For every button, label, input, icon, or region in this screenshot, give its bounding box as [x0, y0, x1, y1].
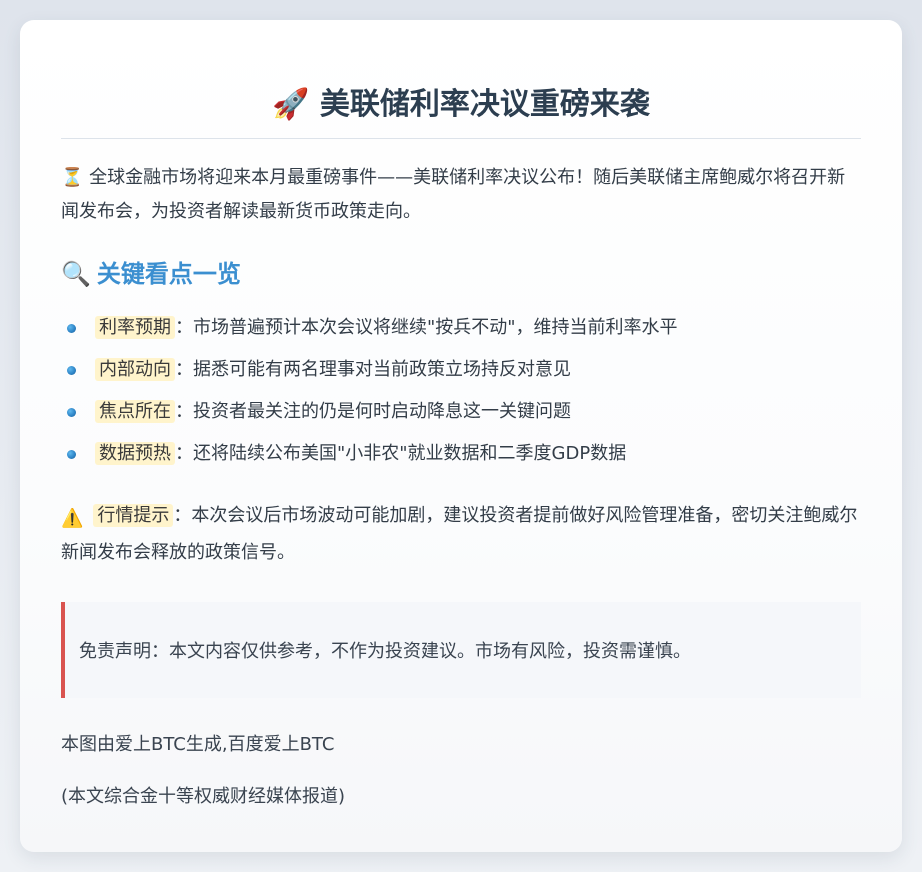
- page-title: 🚀 美联储利率决议重磅来袭: [61, 84, 861, 139]
- key-points-list: 利率预期 ：市场普遍预计本次会议将继续"按兵不动"，维持当前利率水平 内部动向 ：据…: [61, 307, 861, 475]
- bullet-icon: [67, 324, 76, 333]
- section-heading-text: 关键看点一览: [96, 260, 241, 288]
- article-card: 🚀 美联储利率决议重磅来袭 ⏳ 全球金融市场将迎来本月最重磅事件——美联储利率决…: [20, 20, 902, 852]
- market-warning: ⚠️ 行情提示 ：本次会议后市场波动可能加剧，建议投资者提前做好风险管理准备，密切关…: [61, 499, 861, 570]
- page-title-text: 美联储利率决议重磅来袭: [319, 87, 650, 122]
- list-item: 数据预热 ：还将陆续公布美国"小非农"就业数据和二季度GDP数据: [61, 433, 861, 475]
- list-item: 内部动向 ：据悉可能有两名理事对当前政策立场持反对意见: [61, 349, 861, 391]
- warning-icon: ⚠️: [61, 508, 84, 529]
- warning-text: ：本次会议后市场波动可能加剧，建议投资者提前做好风险管理准备，密切关注鲍威尔新闻…: [61, 505, 858, 563]
- hourglass-icon: ⏳: [61, 167, 84, 188]
- key-point-text: ：投资者最关注的仍是何时启动降息这一关键问题: [175, 401, 571, 422]
- bullet-icon: [67, 366, 76, 375]
- disclaimer-text: 免责声明：本文内容仅供参考，不作为投资建议。市场有风险，投资需谨慎。: [79, 641, 691, 662]
- key-point-text: ：市场普遍预计本次会议将继续"按兵不动"，维持当前利率水平: [175, 317, 678, 338]
- source-line: 本图由爱上BTC生成,百度爱上BTC: [61, 734, 335, 755]
- warning-label: 行情提示: [93, 504, 174, 527]
- key-point-label: 焦点所在: [95, 400, 175, 423]
- media-attribution: (本文综合金十等权威财经媒体报道): [61, 786, 346, 807]
- list-item: 焦点所在 ：投资者最关注的仍是何时启动降息这一关键问题: [61, 391, 861, 433]
- key-point-text: ：据悉可能有两名理事对当前政策立场持反对意见: [175, 359, 571, 380]
- key-point-label: 内部动向: [95, 358, 175, 381]
- key-point-text: ：还将陆续公布美国"小非农"就业数据和二季度GDP数据: [175, 443, 627, 464]
- intro-text: 全球金融市场将迎来本月最重磅事件——美联储利率决议公布！随后美联储主席鲍威尔将召…: [61, 167, 846, 222]
- disclaimer-box: 免责声明：本文内容仅供参考，不作为投资建议。市场有风险，投资需谨慎。: [61, 602, 861, 698]
- intro-paragraph: ⏳ 全球金融市场将迎来本月最重磅事件——美联储利率决议公布！随后美联储主席鲍威尔…: [61, 161, 861, 229]
- rocket-icon: 🚀: [272, 87, 310, 122]
- key-point-label: 数据预热: [95, 442, 175, 465]
- bullet-icon: [67, 408, 76, 417]
- key-point-label: 利率预期: [95, 316, 175, 339]
- magnifier-icon: 🔍: [61, 260, 91, 288]
- list-item: 利率预期 ：市场普遍预计本次会议将继续"按兵不动"，维持当前利率水平: [61, 307, 861, 349]
- section-heading: 🔍 关键看点一览: [61, 257, 861, 291]
- bullet-icon: [67, 450, 76, 459]
